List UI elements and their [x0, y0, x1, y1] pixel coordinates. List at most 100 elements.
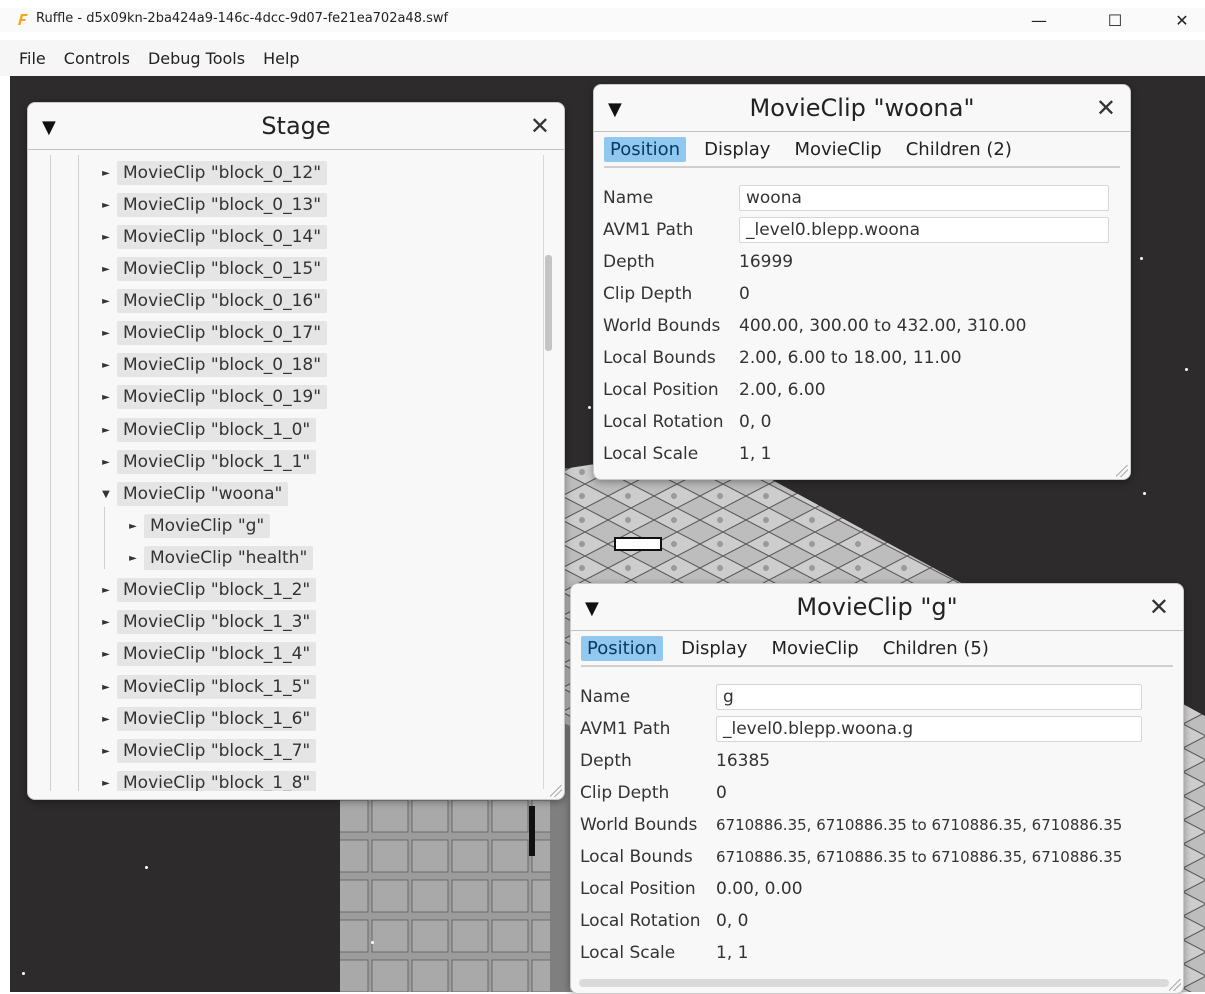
tree-node[interactable]: ► MovieClip "block_1_8": [95, 769, 317, 791]
name-field[interactable]: g: [716, 684, 1142, 710]
tree-node[interactable]: ▼ MovieClip "woona": [95, 480, 289, 508]
menu-debug-tools[interactable]: Debug Tools: [139, 49, 254, 68]
tree-node-label[interactable]: MovieClip "block_0_16": [117, 289, 328, 313]
expand-arrow-icon[interactable]: ►: [122, 553, 144, 564]
name-field[interactable]: woona: [739, 185, 1109, 211]
tree-node-label[interactable]: MovieClip "block_1_8": [117, 771, 317, 791]
menu-file[interactable]: File: [0, 49, 55, 68]
tree-node[interactable]: ► MovieClip "block_1_1": [95, 448, 317, 476]
tab-movieclip[interactable]: MovieClip: [765, 636, 864, 661]
resize-grip[interactable]: [1116, 465, 1128, 477]
tree-node[interactable]: ► MovieClip "block_1_0": [95, 416, 317, 444]
tree-node[interactable]: ► MovieClip "block_0_12": [95, 159, 328, 187]
tree-node-label[interactable]: MovieClip "block_1_7": [117, 739, 317, 763]
expand-arrow-icon[interactable]: ►: [95, 264, 117, 275]
tree-node-label[interactable]: MovieClip "block_0_13": [117, 193, 328, 217]
tree-node-label[interactable]: MovieClip "block_0_17": [117, 321, 328, 345]
expand-arrow-icon[interactable]: ►: [95, 778, 117, 789]
tree-node-label[interactable]: MovieClip "block_0_18": [117, 353, 328, 377]
tab-display[interactable]: Display: [675, 636, 753, 661]
minimize-button[interactable]: —: [1016, 8, 1062, 32]
tree-node-label[interactable]: MovieClip "health": [144, 546, 314, 570]
expand-arrow-icon[interactable]: ►: [95, 746, 117, 757]
expand-arrow-icon[interactable]: ►: [95, 296, 117, 307]
tree-node[interactable]: ► MovieClip "block_1_3": [95, 608, 317, 636]
prop-label: Local Scale: [603, 444, 699, 464]
tab-children[interactable]: Children (2): [900, 137, 1018, 162]
expand-arrow-icon[interactable]: ►: [95, 168, 117, 179]
resize-grip[interactable]: [1169, 979, 1181, 991]
expand-arrow-icon[interactable]: ►: [95, 649, 117, 660]
star: [1143, 492, 1146, 495]
tree-node[interactable]: ► MovieClip "block_0_17": [95, 319, 328, 347]
expand-arrow-icon[interactable]: ►: [95, 682, 117, 693]
tree-node[interactable]: ► MovieClip "health": [122, 544, 314, 572]
tree-node-label[interactable]: MovieClip "block_1_4": [117, 642, 317, 666]
g-window-header[interactable]: ▼ MovieClip "g" ✕: [571, 584, 1183, 631]
tree-node-label[interactable]: MovieClip "block_1_0": [117, 418, 317, 442]
avm1-path-field[interactable]: _level0.blepp.woona.g: [716, 716, 1142, 742]
tree-scrollbar[interactable]: [543, 155, 554, 789]
menu-help[interactable]: Help: [254, 49, 308, 68]
woona-window-header[interactable]: ▼ MovieClip "woona" ✕: [594, 85, 1130, 132]
tree-node[interactable]: ► MovieClip "g": [122, 512, 271, 540]
close-icon[interactable]: ✕: [1149, 593, 1169, 621]
expand-arrow-icon[interactable]: ►: [95, 425, 117, 436]
tree-node-label[interactable]: MovieClip "block_0_14": [117, 225, 328, 249]
expand-arrow-icon[interactable]: ►: [95, 232, 117, 243]
prop-local-rotation: Local Rotation 0, 0: [571, 905, 1183, 937]
close-icon[interactable]: ✕: [1096, 94, 1116, 122]
tab-children[interactable]: Children (5): [877, 636, 995, 661]
close-icon[interactable]: ✕: [530, 112, 550, 140]
tree-node[interactable]: ► MovieClip "block_0_14": [95, 223, 328, 251]
prop-avm1-path: AVM1 Path _level0.blepp.woona.g: [571, 713, 1183, 745]
avm1-path-field[interactable]: _level0.blepp.woona: [739, 217, 1109, 243]
scroll-thumb[interactable]: [545, 255, 552, 351]
tree-node-label[interactable]: MovieClip "g": [144, 514, 271, 538]
tree-node-label[interactable]: MovieClip "block_1_1": [117, 450, 317, 474]
tree-node[interactable]: ► MovieClip "block_0_13": [95, 191, 328, 219]
close-window-button[interactable]: ✕: [1159, 8, 1205, 32]
expand-arrow-icon[interactable]: ►: [95, 392, 117, 403]
expand-arrow-icon[interactable]: ►: [95, 328, 117, 339]
expand-arrow-icon[interactable]: ►: [95, 360, 117, 371]
collapse-arrow-icon[interactable]: ▼: [95, 489, 117, 500]
tree-node[interactable]: ► MovieClip "block_0_18": [95, 351, 328, 379]
prop-value: 2.00, 6.00: [739, 380, 826, 400]
tree-node[interactable]: ► MovieClip "block_0_15": [95, 255, 328, 283]
tree-node-label[interactable]: MovieClip "block_1_2": [117, 578, 317, 602]
tree-node-label[interactable]: MovieClip "block_1_3": [117, 610, 317, 634]
tree-node-label[interactable]: MovieClip "block_0_19": [117, 385, 328, 409]
expand-arrow-icon[interactable]: ►: [95, 617, 117, 628]
window-title: Ruffle - d5x09kn-2ba424a9-146c-4dcc-9d07…: [36, 11, 449, 26]
menu-controls[interactable]: Controls: [55, 49, 139, 68]
prop-label: Local Bounds: [580, 847, 693, 867]
tree-node[interactable]: ► MovieClip "block_1_2": [95, 576, 317, 604]
tab-position[interactable]: Position: [604, 136, 687, 162]
resize-grip[interactable]: [550, 785, 562, 797]
tree-node[interactable]: ► MovieClip "block_1_7": [95, 737, 317, 765]
expand-arrow-icon[interactable]: ►: [95, 585, 117, 596]
prop-local-position: Local Position 0.00, 0.00: [571, 873, 1183, 905]
tree-node[interactable]: ► MovieClip "block_0_19": [95, 383, 328, 411]
tree-node[interactable]: ► MovieClip "block_1_5": [95, 673, 317, 701]
stage-window-header[interactable]: ▼ Stage ✕: [28, 103, 564, 150]
tab-position[interactable]: Position: [581, 635, 664, 661]
expand-arrow-icon[interactable]: ►: [95, 457, 117, 468]
tree-node-label[interactable]: MovieClip "block_1_6": [117, 707, 317, 731]
expand-arrow-icon[interactable]: ►: [95, 200, 117, 211]
horizontal-scrollbar[interactable]: [579, 979, 1169, 987]
tree-node[interactable]: ► MovieClip "block_1_4": [95, 640, 317, 668]
tree-node[interactable]: ► MovieClip "block_1_6": [95, 705, 317, 733]
expand-arrow-icon[interactable]: ►: [122, 521, 144, 532]
expand-arrow-icon[interactable]: ►: [95, 714, 117, 725]
tree-node-label[interactable]: MovieClip "block_0_12": [117, 161, 328, 185]
tab-movieclip[interactable]: MovieClip: [788, 137, 887, 162]
tree-node-label[interactable]: MovieClip "block_0_15": [117, 257, 328, 281]
tree-node-label[interactable]: MovieClip "block_1_5": [117, 675, 317, 699]
tree-node[interactable]: ► MovieClip "block_0_16": [95, 287, 328, 315]
stage-window: ▼ Stage ✕ ► MovieClip "block_0_12" ► Movie…: [27, 102, 565, 800]
maximize-button[interactable]: ☐: [1092, 8, 1138, 32]
tab-display[interactable]: Display: [698, 137, 776, 162]
tree-node-label[interactable]: MovieClip "woona": [117, 482, 289, 506]
